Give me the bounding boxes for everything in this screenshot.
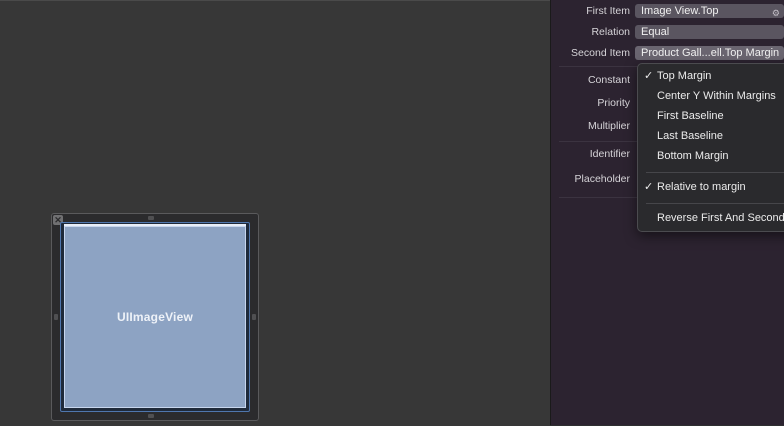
constant-label: Constant	[587, 74, 630, 86]
resize-handle-right[interactable]	[252, 314, 256, 320]
resize-handle-left[interactable]	[54, 314, 58, 320]
relation-popup[interactable]: Equal	[635, 25, 784, 39]
resize-handle-top[interactable]	[148, 216, 154, 220]
relation-label: Relation	[591, 26, 630, 38]
second-item-menu: ✓ Top Margin Center Y Within Margins Fir…	[637, 63, 784, 232]
identifier-label: Identifier	[589, 148, 630, 160]
first-item-popup[interactable]: Image View.Top ⚙	[635, 4, 784, 18]
top-constraint-line	[64, 224, 246, 226]
menu-item-relative-to-margin[interactable]: ✓ Relative to margin	[638, 177, 784, 197]
priority-label: Priority	[597, 97, 630, 109]
menu-item-reverse-first-and-second[interactable]: Reverse First And Second Item	[638, 208, 784, 228]
second-item-label: Second Item	[571, 47, 630, 59]
menu-item-bottom-margin[interactable]: Bottom Margin	[638, 146, 784, 166]
image-view-container[interactable]: ✕ UIImageView	[51, 213, 259, 421]
image-view-selection-frame: UIImageView	[60, 222, 250, 412]
first-item-value: Image View.Top	[641, 5, 719, 17]
first-item-label: First Item	[586, 5, 630, 17]
menu-item-center-y-within-margins[interactable]: Center Y Within Margins	[638, 86, 784, 106]
resize-handle-bottom[interactable]	[148, 414, 154, 418]
multiplier-label: Multiplier	[587, 120, 630, 132]
menu-separator	[646, 172, 784, 173]
storyboard-canvas[interactable]: ✕ UIImageView	[0, 0, 550, 426]
placeholder-label: Placeholder	[574, 173, 630, 185]
menu-separator	[646, 203, 784, 204]
menu-item-top-margin[interactable]: ✓ Top Margin	[638, 66, 784, 86]
menu-item-last-baseline[interactable]: Last Baseline	[638, 126, 784, 146]
image-view[interactable]: UIImageView	[64, 226, 246, 408]
relation-value: Equal	[641, 26, 670, 38]
image-view-label: UIImageView	[116, 310, 193, 324]
checkmark-icon: ✓	[644, 70, 654, 82]
second-item-popup[interactable]: Product Gall...ell.Top Margin	[635, 46, 784, 60]
second-item-value: Product Gall...ell.Top Margin	[641, 47, 780, 59]
gear-icon[interactable]: ⚙	[772, 6, 780, 18]
checkmark-icon: ✓	[644, 181, 654, 193]
menu-item-first-baseline[interactable]: First Baseline	[638, 106, 784, 126]
